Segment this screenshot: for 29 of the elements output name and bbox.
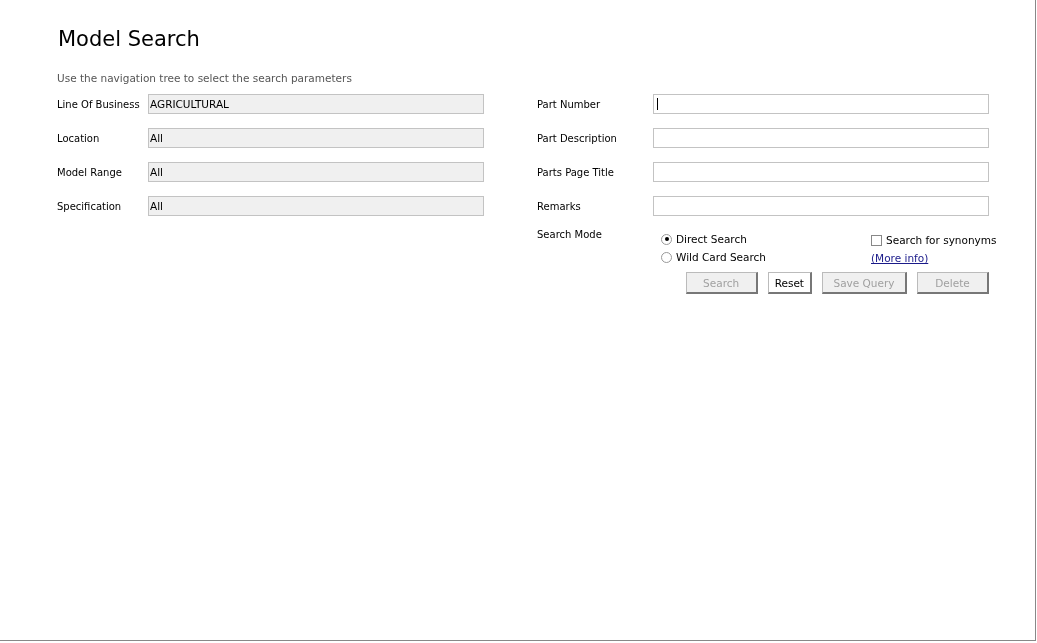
readonly-field: All	[148, 196, 484, 216]
checkbox-label: Search for synonyms	[886, 234, 997, 246]
checkbox[interactable]	[871, 234, 882, 246]
input-field[interactable]	[653, 162, 989, 182]
readonly-field: AGRICULTURAL	[148, 94, 484, 114]
readonly-field: All	[148, 128, 484, 148]
field-label: Remarks	[537, 200, 582, 212]
input-field[interactable]	[653, 94, 989, 114]
radio-option[interactable]: Direct Search	[661, 233, 871, 245]
radio-icon[interactable]	[661, 233, 672, 245]
field-label: Parts Page Title	[537, 166, 615, 178]
radio-label: Direct Search	[676, 233, 747, 245]
field-label: Model Range	[57, 166, 123, 178]
radio-option[interactable]: Wild Card Search	[661, 251, 871, 263]
more-info-link[interactable]: (More info)	[871, 252, 929, 264]
field-label: Location	[57, 132, 101, 144]
field-label: Search Mode	[537, 229, 603, 242]
field-label: Part Number	[537, 98, 602, 110]
instructions-text: Use the navigation tree to select the search parameters	[57, 72, 353, 84]
input-field[interactable]	[653, 128, 989, 148]
input-field[interactable]	[653, 196, 989, 216]
field-label: Specification	[57, 200, 123, 212]
page-title: Model Search	[58, 26, 201, 52]
radio-icon[interactable]	[661, 251, 672, 263]
action-button[interactable]: Reset	[767, 272, 812, 294]
field-label: Part Description	[537, 132, 618, 144]
field-label: Line Of Business	[57, 98, 141, 110]
radio-label: Wild Card Search	[676, 251, 766, 263]
readonly-field: All	[148, 162, 484, 182]
